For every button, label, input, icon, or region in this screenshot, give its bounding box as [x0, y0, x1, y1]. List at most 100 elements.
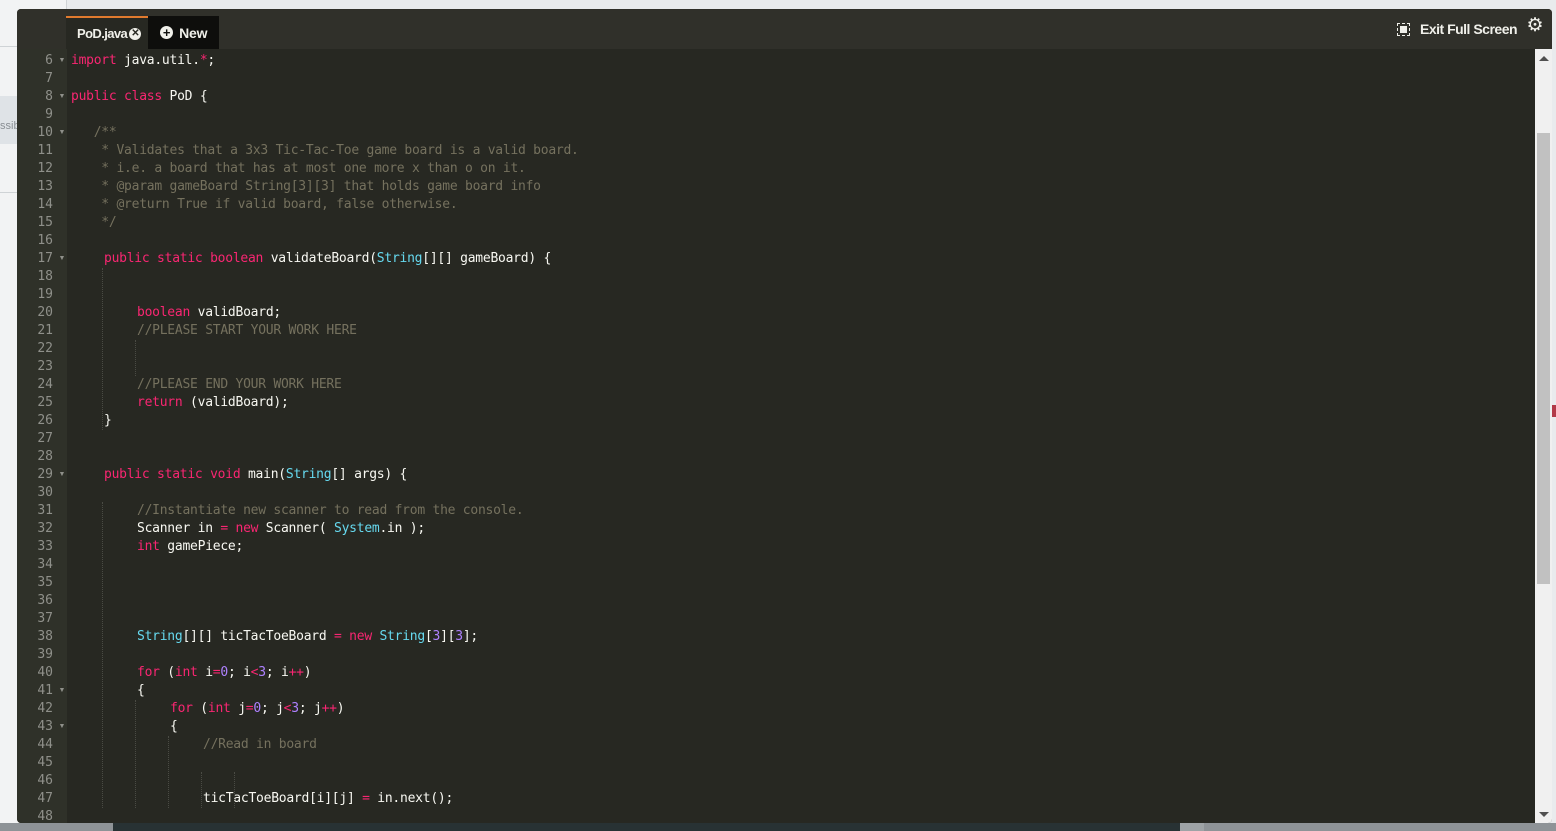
code-token: 0	[253, 701, 261, 716]
line-number: 26	[37, 413, 53, 428]
line-number: 20	[37, 305, 53, 320]
code-token: class	[124, 89, 162, 104]
code-line: {	[137, 682, 145, 700]
line-number: 31	[37, 503, 53, 518]
code-token: * @param gameBoard String[3][3] that hol…	[71, 179, 541, 194]
code-token: validateBoard(	[263, 251, 377, 266]
code-token: public	[104, 251, 150, 266]
code-token: 3	[258, 665, 266, 680]
exit-fullscreen-icon	[1397, 22, 1410, 36]
background-horizontal-scroll-thumb[interactable]	[1180, 823, 1204, 831]
code-token: in.next();	[369, 791, 454, 806]
line-number: 27	[37, 431, 53, 446]
code-line: //PLEASE END YOUR WORK HERE	[137, 376, 342, 394]
line-number: 9	[45, 107, 53, 122]
scroll-up-arrow-icon[interactable]	[1539, 56, 1549, 61]
code-token: [	[424, 629, 433, 644]
line-number: 48	[37, 809, 53, 823]
code-line: /**	[71, 124, 117, 142]
fold-arrow-icon[interactable]: ▼	[58, 52, 66, 70]
code-token: ; i	[227, 665, 251, 680]
indent-guide	[234, 772, 235, 808]
line-number: 13	[37, 179, 53, 194]
line-number: 24	[37, 377, 53, 392]
code-line: int gamePiece;	[137, 538, 243, 556]
fold-arrow-icon[interactable]: ▼	[58, 88, 66, 106]
code-token: 0	[220, 665, 228, 680]
code-token: boolean	[210, 251, 264, 266]
line-number: 42	[37, 701, 53, 716]
line-number-gutter: 6 ▼ 7 8 ▼ 9 10 ▼ 11 12 13 14 15 16 17 ▼ 18 19 20 21 22 23 24 25…	[17, 49, 67, 823]
code-line: * Validates that a 3x3 Tic-Tac-Toe game …	[71, 142, 579, 160]
code-token: java.util.	[116, 53, 200, 68]
line-number: 35	[37, 575, 53, 590]
line-number: 10	[37, 125, 53, 140]
code-token: String	[285, 467, 332, 482]
code-token: =	[334, 629, 342, 644]
line-number: 14	[37, 197, 53, 212]
code-token: int	[174, 665, 198, 680]
code-token: ;	[207, 53, 215, 68]
code-token: ++	[321, 701, 337, 716]
line-number: 44	[37, 737, 53, 752]
code-line: }	[104, 412, 112, 430]
code-token: //PLEASE END YOUR WORK HERE	[137, 377, 342, 392]
close-circle-icon[interactable]: ✕	[129, 27, 142, 40]
fold-arrow-icon[interactable]: ▼	[58, 466, 66, 484]
gear-icon[interactable]: ⚙	[1525, 16, 1545, 36]
line-number: 33	[37, 539, 53, 554]
code-line: ticTacToeBoard[i][j] = in.next();	[203, 790, 453, 808]
code-token: (	[159, 665, 175, 680]
code-token: int	[207, 701, 231, 716]
code-token: [][] ticTacToeBoard	[182, 629, 335, 644]
line-number: 38	[37, 629, 53, 644]
code-editor-window: PoD.java ✕ + New Exit Full Screen ⚙ 6 ▼ 7 8…	[17, 9, 1552, 823]
code-token: ticTacToeBoard[i][j]	[203, 791, 363, 806]
line-number: 41	[37, 683, 53, 698]
code-token: =	[220, 521, 228, 536]
code-token: ][	[440, 629, 456, 644]
background-horizontal-scroll-track	[113, 823, 1180, 831]
code-line: for (int j=0; j<3; j++)	[170, 700, 345, 718]
line-number: 21	[37, 323, 53, 338]
code-token: 3	[455, 629, 463, 644]
line-number: 43	[37, 719, 53, 734]
line-number: 47	[37, 791, 53, 806]
vertical-scrollbar[interactable]	[1535, 49, 1552, 823]
fold-arrow-icon[interactable]: ▼	[58, 718, 66, 736]
code-token: {	[137, 683, 145, 698]
code-token: ; j	[260, 701, 284, 716]
new-tab-button[interactable]: + New	[148, 16, 220, 49]
code-token: (	[192, 701, 208, 716]
exit-fullscreen-button[interactable]: Exit Full Screen	[1397, 19, 1518, 39]
code-token: String	[376, 251, 423, 266]
code-token: ++	[288, 665, 304, 680]
line-number: 23	[37, 359, 53, 374]
line-number: 11	[37, 143, 53, 158]
fold-arrow-icon[interactable]: ▼	[58, 250, 66, 268]
code-line: public static void main(String[] args) {	[104, 466, 407, 484]
code-token: return	[137, 395, 183, 410]
code-text-area[interactable]: import java.util.*; public class PoD { /*…	[67, 49, 1535, 823]
code-token: }	[104, 413, 112, 428]
tab-pod-java[interactable]: PoD.java ✕	[66, 16, 149, 49]
code-token: Scanner(	[258, 521, 335, 536]
line-number: 28	[37, 449, 53, 464]
plus-circle-icon: +	[160, 26, 174, 39]
scroll-down-arrow-icon[interactable]	[1539, 812, 1549, 817]
line-number: 22	[37, 341, 53, 356]
indent-guide	[168, 736, 169, 808]
code-token: for	[137, 665, 160, 680]
line-number: 19	[37, 287, 53, 302]
fold-arrow-icon[interactable]: ▼	[58, 124, 66, 142]
scrollbar-thumb[interactable]	[1537, 132, 1550, 584]
code-token: [][] gameBoard) {	[422, 251, 552, 266]
fold-arrow-icon[interactable]: ▼	[58, 682, 66, 700]
code-token: gamePiece;	[159, 539, 244, 554]
indent-guide	[201, 772, 202, 808]
line-number: 18	[37, 269, 53, 284]
